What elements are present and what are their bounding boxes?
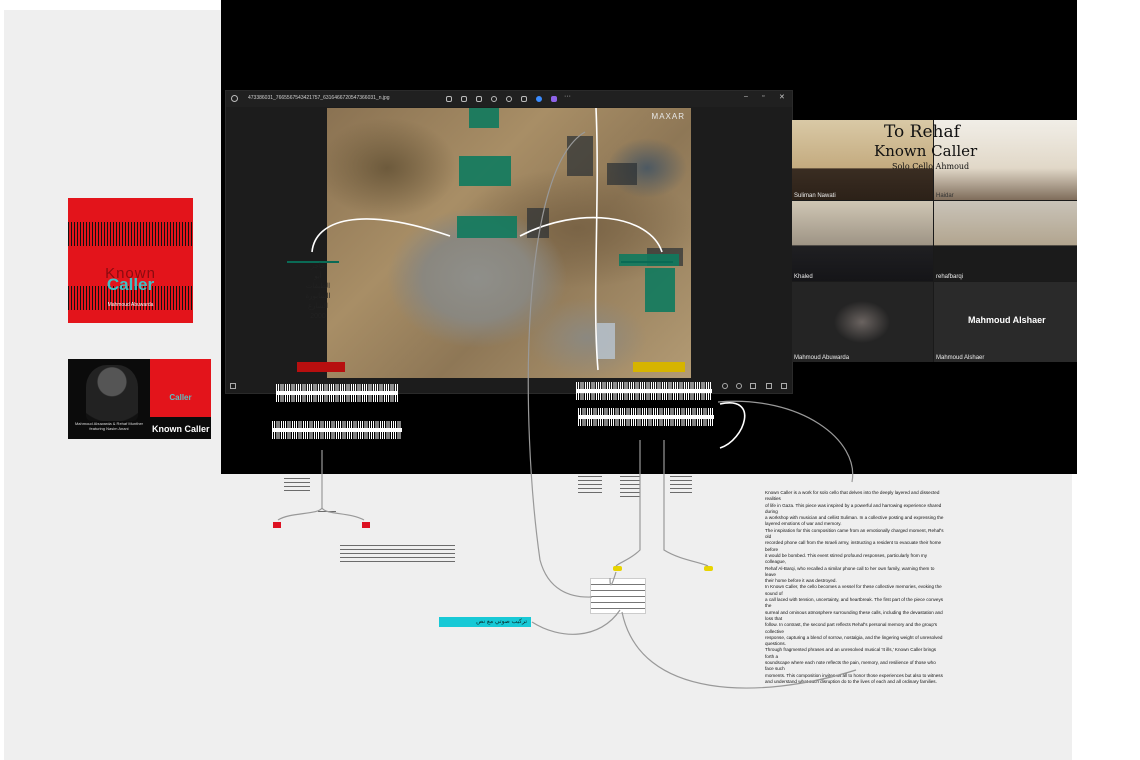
- connector-lines: [277, 107, 857, 689]
- grey-curve: [531, 609, 621, 635]
- grey-curve: [717, 400, 854, 483]
- grey-curve: [277, 450, 323, 521]
- grey-curve: [527, 131, 593, 598]
- white-curve: [594, 107, 599, 371]
- grey-curve: [663, 440, 709, 567]
- grey-curve: [615, 440, 641, 567]
- grey-curve: [621, 611, 857, 689]
- grey-curve: [609, 571, 617, 586]
- grey-curve: [321, 507, 365, 521]
- white-curve: [719, 402, 746, 449]
- white-curve: [311, 218, 451, 253]
